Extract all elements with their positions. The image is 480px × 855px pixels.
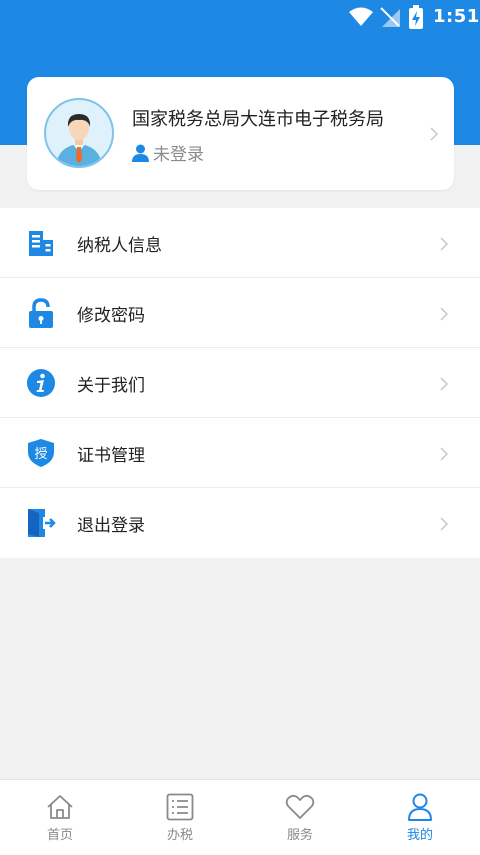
tab-tax[interactable]: 办税 (120, 780, 240, 855)
heart-icon (285, 792, 315, 822)
svg-text:授: 授 (34, 447, 47, 462)
settings-menu: 纳税人信息 修改密码 关于我们 授 证书管理 退出登录 (0, 208, 480, 558)
clock-time: 1:51 (433, 6, 480, 27)
login-status[interactable]: 未登录 (132, 140, 204, 165)
logout-icon (26, 508, 56, 538)
tab-label: 首页 (46, 828, 73, 843)
menu-item-taxpayer-info[interactable]: 纳税人信息 (0, 208, 480, 278)
menu-item-label: 关于我们 (77, 376, 145, 396)
status-bar: 1:51 (0, 0, 480, 34)
menu-item-label: 退出登录 (77, 516, 145, 536)
chevron-right-icon (440, 446, 449, 465)
profile-card[interactable]: 国家税务总局大连市电子税务局 未登录 (27, 77, 454, 190)
login-status-label: 未登录 (153, 145, 204, 165)
menu-item-about-us[interactable]: 关于我们 (0, 348, 480, 418)
wifi-icon (349, 7, 373, 30)
menu-item-certificate-management[interactable]: 授 证书管理 (0, 418, 480, 488)
menu-item-logout[interactable]: 退出登录 (0, 488, 480, 558)
menu-item-label: 证书管理 (77, 446, 145, 466)
shield-icon: 授 (26, 438, 56, 468)
menu-item-label: 修改密码 (77, 306, 145, 326)
chevron-right-icon (440, 236, 449, 255)
chevron-right-icon (440, 306, 449, 325)
tab-label: 服务 (286, 828, 313, 843)
chevron-right-icon (430, 126, 439, 145)
tab-mine[interactable]: 我的 (360, 780, 480, 855)
chevron-right-icon (440, 516, 449, 535)
battery-charging-icon (409, 5, 423, 33)
tab-home[interactable]: 首页 (0, 780, 120, 855)
no-signal-icon (380, 7, 400, 31)
user-icon (132, 144, 149, 162)
org-name: 国家税务总局大连市电子税务局 (132, 109, 384, 130)
menu-item-change-password[interactable]: 修改密码 (0, 278, 480, 348)
person-icon (407, 792, 433, 822)
lock-icon (26, 298, 56, 328)
building-icon (26, 228, 56, 258)
list-icon (166, 792, 194, 822)
info-icon (26, 368, 56, 398)
bottom-tab-bar: 首页 办税 服务 我的 (0, 779, 480, 855)
tab-label: 办税 (166, 828, 193, 843)
chevron-right-icon (440, 376, 449, 395)
avatar[interactable] (44, 98, 114, 168)
menu-item-label: 纳税人信息 (77, 236, 162, 256)
tab-service[interactable]: 服务 (240, 780, 360, 855)
tab-label: 我的 (406, 828, 433, 843)
home-icon (46, 792, 74, 822)
